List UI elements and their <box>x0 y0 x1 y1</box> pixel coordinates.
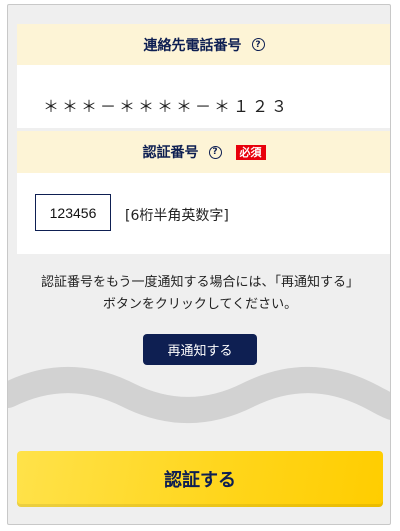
code-section-title: 認証番号 <box>142 145 199 161</box>
phone-section-body: ＊＊＊－＊＊＊＊－＊１２３ <box>17 65 390 128</box>
phone-section-title: 連絡先電話番号 <box>143 37 242 54</box>
masked-phone-number: ＊＊＊－＊＊＊＊－＊１２３ <box>43 97 291 116</box>
code-section-body: [6桁半角英数字] <box>17 173 390 254</box>
notice-line-1: 認証番号をもう一度通知する場合には、「再通知する」 <box>40 275 360 290</box>
required-badge: 必須 <box>235 144 266 160</box>
help-icon[interactable]: ? <box>251 38 265 51</box>
renotify-notice: 認証番号をもう一度通知する場合には、「再通知する」 ボタンをクリックしてください… <box>0 272 400 316</box>
verification-code-input[interactable] <box>35 194 111 231</box>
renotify-button[interactable]: 再通知する <box>143 334 257 365</box>
code-section-header: 認証番号 ? 必須 <box>17 131 390 173</box>
auth-panel: 連絡先電話番号 ? ＊＊＊－＊＊＊＊－＊１２３ 認証番号 ? 必須 [6桁半角英… <box>7 4 391 525</box>
phone-section-header: 連絡先電話番号 ? <box>17 24 390 65</box>
code-format-hint: [6桁半角英数字] <box>125 208 229 224</box>
help-icon[interactable]: ? <box>208 145 222 159</box>
wave-divider <box>8 367 390 423</box>
notice-line-2: ボタンをクリックしてください。 <box>102 297 298 312</box>
submit-auth-button[interactable]: 認証する <box>17 451 383 507</box>
